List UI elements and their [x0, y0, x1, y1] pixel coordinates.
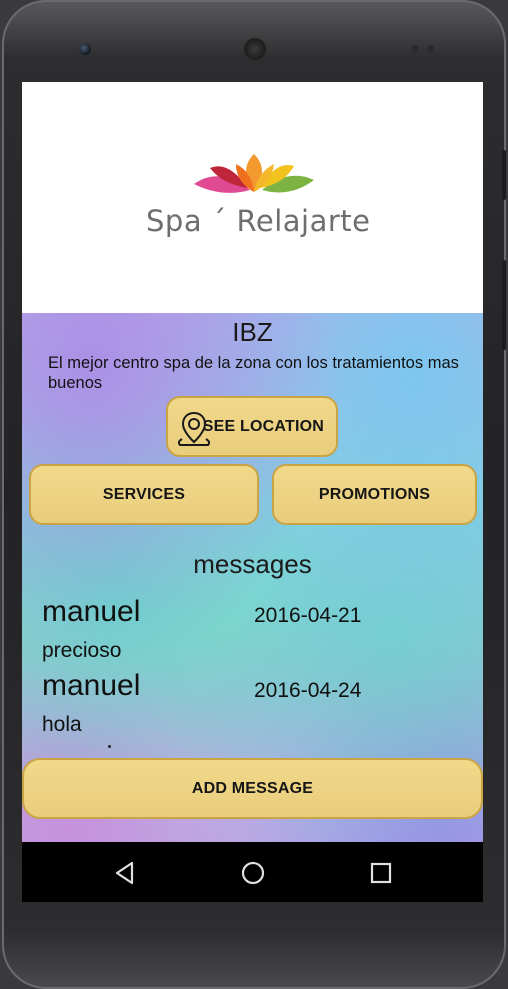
services-button[interactable]: SERVICES [29, 464, 259, 525]
message-date: 2016-04-24 [254, 679, 362, 702]
add-message-label: ADD MESSAGE [191, 779, 314, 797]
message-date: 2016-04-21 [254, 604, 362, 627]
map-pin-icon [177, 411, 211, 446]
message-text: hola [42, 713, 82, 736]
see-location-label: SEE LOCATION [202, 417, 324, 435]
messages-heading: messages [193, 549, 312, 579]
light-sensor [427, 45, 434, 52]
promotions-label: PROMOTIONS [318, 485, 431, 503]
spa-name-title: IBZ [232, 317, 273, 347]
spa-description: El mejor centro spa de la zona con los t… [48, 354, 459, 392]
promotions-button[interactable]: PROMOTIONS [272, 464, 477, 525]
logo-text: Spa ´ Relajarte [146, 204, 371, 238]
earpiece-speaker [244, 38, 266, 60]
message-author: manuel [42, 669, 141, 702]
volume-button [502, 150, 506, 200]
lotus-flower-icon [194, 154, 314, 193]
spa-logo: Spa ´ Relajarte [142, 154, 370, 244]
android-navigation-bar [22, 842, 483, 902]
app-screen: Spa ´ Relajarte IBZ El mejor centro spa … [22, 82, 483, 902]
front-camera [79, 43, 91, 55]
proximity-sensor [412, 45, 419, 52]
home-circle-icon[interactable] [240, 860, 266, 886]
spa-detail-content: IBZ El mejor centro spa de la zona con l… [22, 313, 483, 842]
recents-square-icon[interactable] [368, 860, 394, 886]
message-author: manuel [42, 595, 141, 628]
app-header: Spa ´ Relajarte [22, 82, 483, 313]
back-triangle-icon[interactable] [112, 860, 138, 886]
scroll-dot [108, 745, 111, 748]
services-label: SERVICES [102, 485, 186, 503]
see-location-button[interactable]: SEE LOCATION [166, 396, 338, 457]
add-message-button[interactable]: ADD MESSAGE [22, 758, 483, 819]
message-text: precioso [42, 639, 122, 662]
power-button [502, 260, 506, 350]
